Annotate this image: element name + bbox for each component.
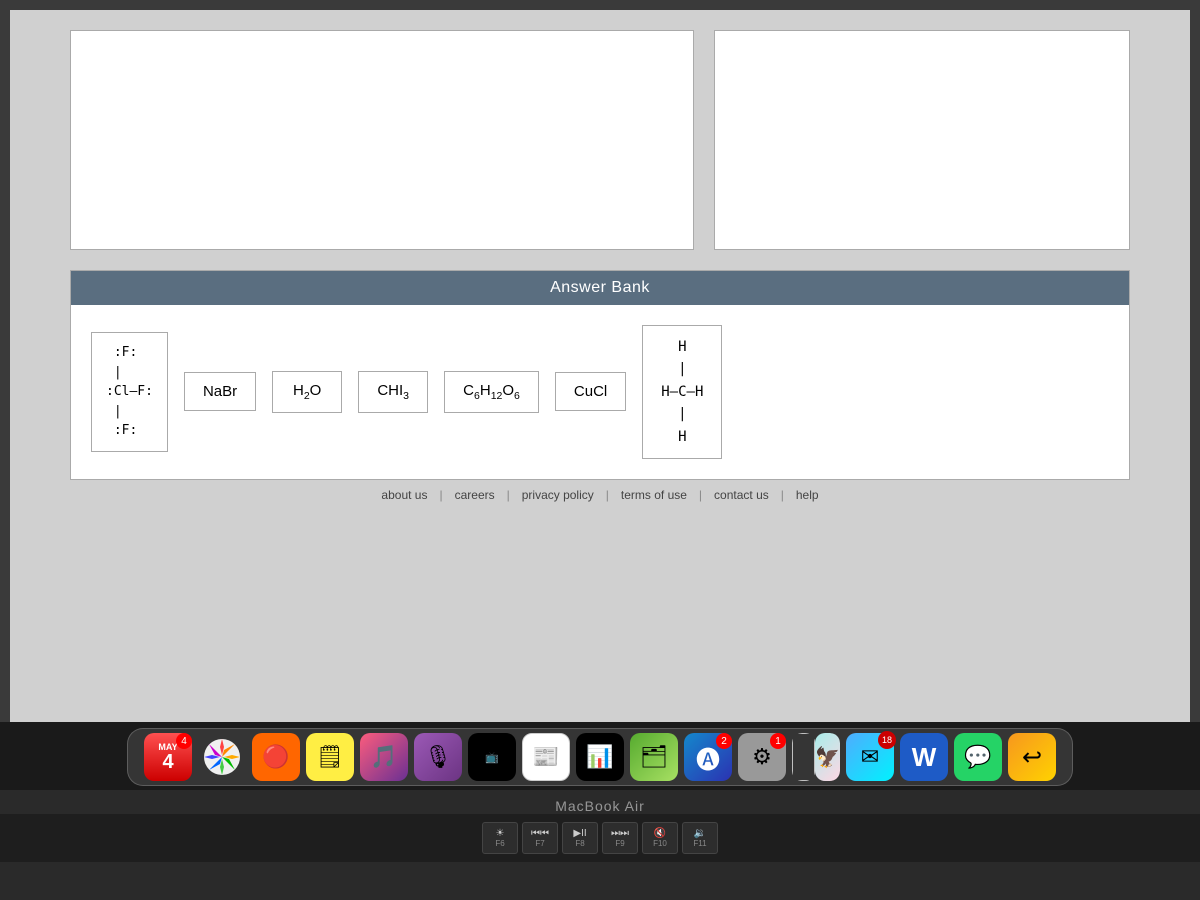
- dock-music-icon[interactable]: 🎵: [360, 733, 408, 781]
- lewis-line-5: :F:: [106, 421, 137, 441]
- nabr-item[interactable]: NaBr: [184, 372, 256, 411]
- dock-podcasts-icon[interactable]: 🎙: [414, 733, 462, 781]
- dock-container: MAY 4 4: [0, 722, 1200, 790]
- key-f6[interactable]: ☀ F6: [482, 822, 518, 854]
- calendar-badge: 4: [176, 733, 192, 749]
- dock-notes-icon[interactable]: 🗒: [306, 733, 354, 781]
- dock-appletv-icon[interactable]: 📺: [468, 733, 516, 781]
- chi3-item[interactable]: CHI3: [358, 371, 428, 413]
- footer-careers[interactable]: careers: [443, 488, 507, 502]
- methane-line-5: H: [678, 426, 686, 448]
- answer-bank-container: Answer Bank :F: | :Cl–F: | :F: NaBr: [70, 270, 1130, 480]
- dock-whatsapp-icon[interactable]: 💬: [954, 733, 1002, 781]
- dock: MAY 4 4: [127, 728, 1073, 786]
- answer-bank-header: Answer Bank: [71, 271, 1129, 305]
- lewis-line-1: :F:: [106, 343, 137, 363]
- methane-item[interactable]: H | H–C–H | H: [642, 325, 722, 459]
- dock-sysprefs-icon[interactable]: ⚙ 1: [738, 733, 786, 781]
- macbook-lower: MAY 4 4: [0, 722, 1200, 900]
- dock-stocks-icon[interactable]: 📊: [576, 733, 624, 781]
- dock-finder-icon[interactable]: 🗂: [630, 733, 678, 781]
- dock-back-icon[interactable]: ↩: [1008, 733, 1056, 781]
- dock-bird-icon[interactable]: 🦅: [792, 733, 840, 781]
- dock-photos-icon[interactable]: [198, 733, 246, 781]
- sysprefs-badge: 1: [770, 733, 786, 749]
- answer-bank-body: :F: | :Cl–F: | :F: NaBr H2O: [71, 305, 1129, 479]
- dock-word-icon[interactable]: W: [900, 733, 948, 781]
- h2o-formula: H2O: [293, 382, 321, 402]
- lewis-line-4: |: [106, 402, 122, 422]
- macbook-label: MacBook Air: [555, 798, 645, 814]
- lewis-structure: :F: | :Cl–F: | :F:: [106, 343, 153, 441]
- content-area: Answer Bank :F: | :Cl–F: | :F: NaBr: [10, 10, 1190, 722]
- dock-mail-icon[interactable]: ✉ 18: [846, 733, 894, 781]
- footer-terms-of-use[interactable]: terms of use: [609, 488, 699, 502]
- keyboard-area: ☀ F6 ⏮⏮ F7 ▶II F8 ⏭⏭ F9 🔇 F10 🔉 F11: [0, 814, 1200, 862]
- mail-badge: 18: [878, 731, 896, 749]
- footer-links: about us | careers | privacy policy | te…: [30, 480, 1170, 510]
- answer-bank-title: Answer Bank: [550, 279, 650, 296]
- top-boxes-row: [70, 30, 1130, 250]
- key-f8[interactable]: ▶II F8: [562, 822, 598, 854]
- c6h12o6-item[interactable]: C6H12O6: [444, 371, 539, 413]
- methane-line-4: |: [678, 403, 686, 425]
- footer-help[interactable]: help: [784, 488, 831, 502]
- dock-news-icon[interactable]: 📰: [522, 733, 570, 781]
- top-box-right: [714, 30, 1130, 250]
- lewis-clf3-item[interactable]: :F: | :Cl–F: | :F:: [91, 332, 168, 452]
- footer-privacy-policy[interactable]: privacy policy: [510, 488, 606, 502]
- h2o-item[interactable]: H2O: [272, 371, 342, 413]
- dock-appstore-icon[interactable]: 🅐 2: [684, 733, 732, 781]
- footer-about-us[interactable]: about us: [369, 488, 439, 502]
- appstore-badge: 2: [716, 733, 732, 749]
- lewis-line-3: :Cl–F:: [106, 382, 153, 402]
- chi3-formula: CHI3: [377, 382, 409, 402]
- dock-reminders-icon[interactable]: 🔴: [252, 733, 300, 781]
- cucl-item[interactable]: CuCl: [555, 372, 626, 411]
- methane-structure: H | H–C–H | H: [661, 336, 703, 448]
- key-f9[interactable]: ⏭⏭ F9: [602, 822, 638, 854]
- footer-contact-us[interactable]: contact us: [702, 488, 781, 502]
- key-f11[interactable]: 🔉 F11: [682, 822, 718, 854]
- methane-line-3: H–C–H: [661, 381, 703, 403]
- cucl-formula: CuCl: [574, 383, 607, 400]
- top-box-left: [70, 30, 694, 250]
- nabr-formula: NaBr: [203, 383, 237, 400]
- fn-row: ☀ F6 ⏮⏮ F7 ▶II F8 ⏭⏭ F9 🔇 F10 🔉 F11: [482, 822, 718, 854]
- key-f10[interactable]: 🔇 F10: [642, 822, 678, 854]
- methane-line-2: |: [678, 358, 686, 380]
- dock-calendar-icon[interactable]: MAY 4 4: [144, 733, 192, 781]
- c6h12o6-formula: C6H12O6: [463, 382, 520, 402]
- methane-line-1: H: [678, 336, 686, 358]
- lewis-line-2: |: [106, 363, 122, 383]
- key-f7[interactable]: ⏮⏮ F7: [522, 822, 558, 854]
- screen: Answer Bank :F: | :Cl–F: | :F: NaBr: [10, 10, 1190, 722]
